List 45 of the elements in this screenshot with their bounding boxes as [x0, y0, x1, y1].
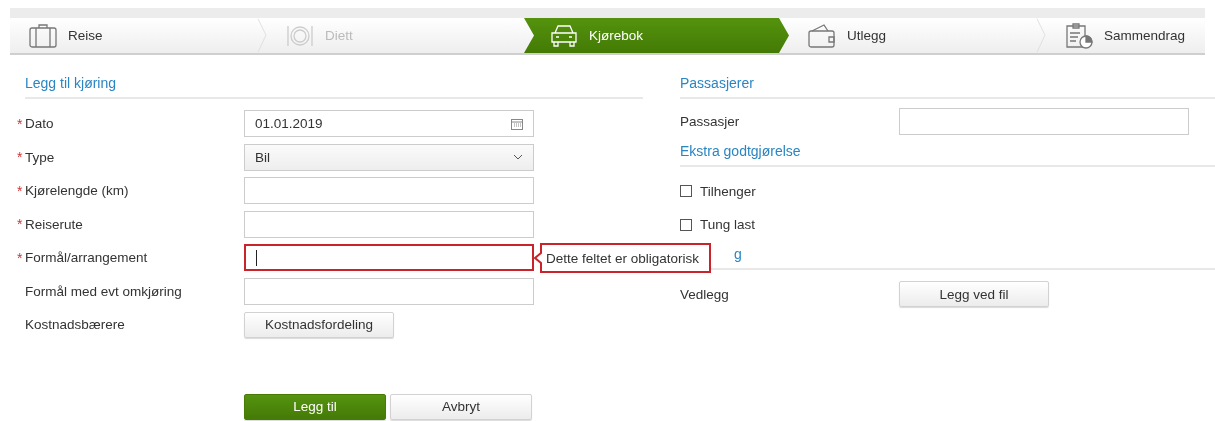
field-label: Passasjer [680, 114, 741, 130]
cancel-button[interactable]: Avbryt [390, 393, 532, 420]
input-field[interactable] [244, 210, 534, 238]
error-tooltip: Dette feltet er obligatorisk [534, 243, 712, 274]
wallet-icon [807, 22, 837, 49]
checkbox[interactable] [680, 185, 692, 198]
add-button[interactable]: Legg til [244, 393, 386, 420]
section-heading: Ekstra godtgjørelse [680, 142, 1215, 167]
checkbox-label: Tilhenger [700, 183, 756, 199]
checkbox-label: Tung last [700, 217, 756, 233]
required-asterisk: * [17, 182, 23, 199]
input-field[interactable] [244, 177, 534, 205]
field-label: Formål/arrangement [25, 250, 149, 266]
field-label: Kjørelengde (km) [25, 183, 130, 199]
required-asterisk: * [17, 216, 23, 233]
checkbox[interactable] [680, 218, 692, 231]
field-label: Dato [25, 116, 55, 132]
file-button[interactable]: Legg ved fil [899, 281, 1049, 308]
field-label: Kostnadsbærere [25, 317, 126, 333]
type-dropdown[interactable]: Bil [244, 143, 534, 171]
required-asterisk: * [17, 149, 23, 166]
file-button[interactable]: Kostnadsfordeling [244, 311, 394, 338]
field-label: Formål med evt omkjøring [25, 283, 183, 299]
required-asterisk: * [17, 249, 23, 266]
chevron-icon [1036, 18, 1046, 53]
suitcase-icon [28, 22, 58, 49]
clipboard-chart-icon [1064, 22, 1094, 49]
chevron-down-icon [513, 154, 523, 161]
required-asterisk: * [17, 115, 23, 132]
text-cursor [256, 249, 257, 266]
field-label: Vedlegg [680, 286, 730, 302]
step-tab[interactable]: Kjørebok [524, 18, 789, 53]
car-icon [549, 22, 579, 49]
field-label: Type [25, 149, 56, 165]
field-label: Reiserute [25, 216, 84, 232]
step-tab[interactable]: Utlegg [789, 18, 1046, 53]
section-heading: Legg til kjøring [25, 75, 643, 99]
calendar-icon [511, 117, 523, 130]
input-field[interactable] [899, 108, 1189, 136]
step-tab[interactable]: Sammendrag [1046, 18, 1205, 53]
step-tab[interactable]: Reise [10, 18, 267, 53]
chevron-icon [257, 18, 267, 53]
section-heading: Passasjerer [680, 75, 1215, 99]
date-field[interactable]: 01.01.2019 [244, 110, 534, 138]
input-field[interactable] [244, 277, 534, 305]
